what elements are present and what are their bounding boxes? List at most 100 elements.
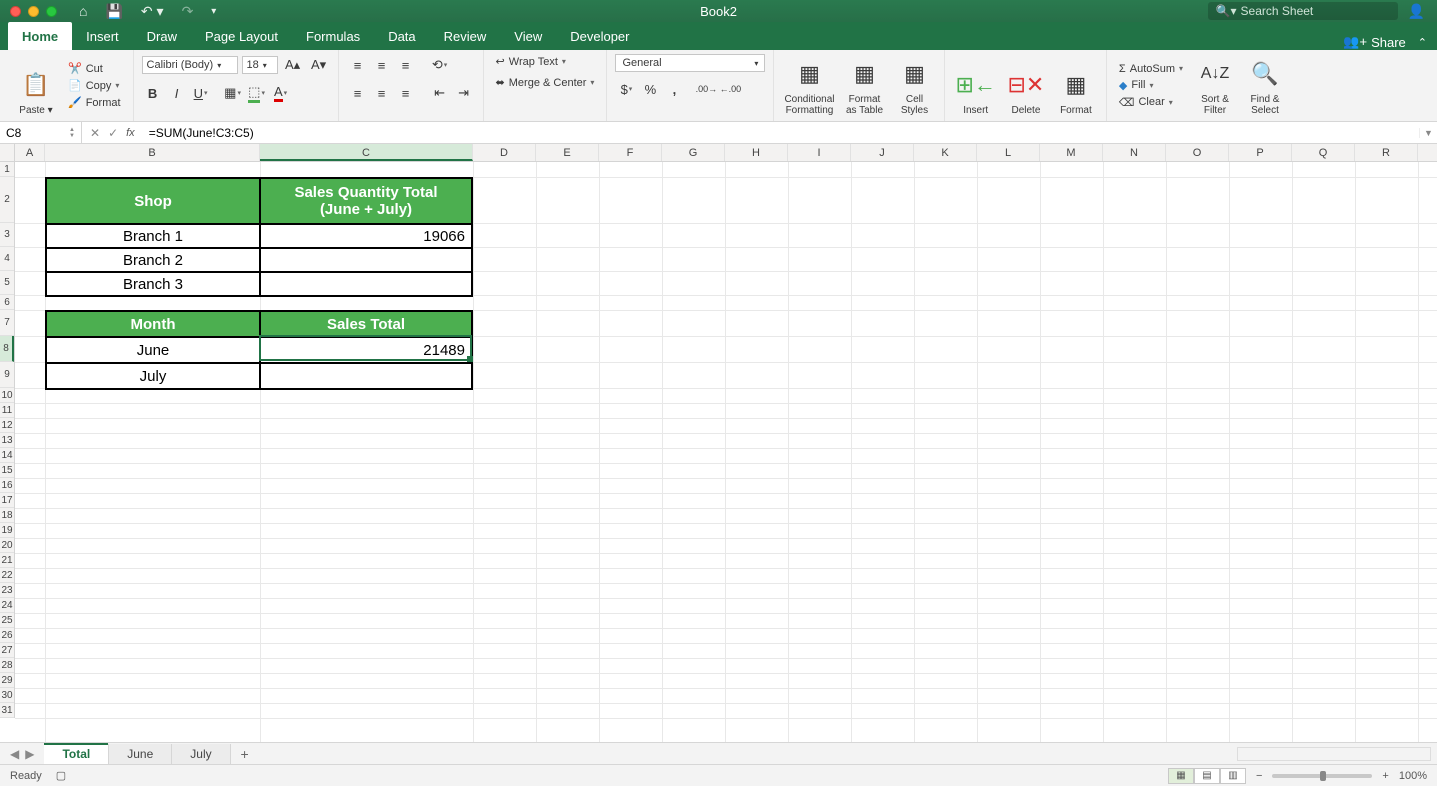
page-break-view-button[interactable]: ▥: [1220, 768, 1246, 784]
minimize-window-button[interactable]: [28, 6, 39, 17]
horizontal-scrollbar[interactable]: [1237, 747, 1431, 761]
clear-button[interactable]: ⌫Clear▾: [1115, 95, 1187, 110]
page-layout-view-button[interactable]: ▤: [1194, 768, 1220, 784]
table-cell[interactable]: [260, 363, 472, 389]
column-header-D[interactable]: D: [473, 144, 536, 161]
paste-button[interactable]: 📋 Paste ▾: [14, 54, 58, 118]
tab-view[interactable]: View: [500, 22, 556, 50]
undo-icon[interactable]: ↶ ▾: [141, 3, 164, 20]
row-header-2[interactable]: 2: [0, 177, 14, 223]
row-header-28[interactable]: 28: [0, 658, 14, 673]
column-header-P[interactable]: P: [1229, 144, 1292, 161]
align-middle-button[interactable]: ≡: [371, 54, 393, 76]
tab-data[interactable]: Data: [374, 22, 429, 50]
search-sheet-input[interactable]: 🔍▾ Search Sheet: [1208, 2, 1398, 20]
sheet-tab-june[interactable]: June: [109, 744, 172, 764]
save-icon[interactable]: 💾: [105, 3, 122, 20]
fx-icon[interactable]: fx: [126, 127, 135, 139]
row-header-11[interactable]: 11: [0, 403, 14, 418]
row-header-26[interactable]: 26: [0, 628, 14, 643]
font-name-select[interactable]: Calibri (Body)▾: [142, 56, 238, 74]
row-header-6[interactable]: 6: [0, 295, 14, 310]
increase-indent-button[interactable]: ⇥: [453, 82, 475, 104]
normal-view-button[interactable]: ▦: [1168, 768, 1194, 784]
font-size-select[interactable]: 18▾: [242, 56, 278, 74]
column-header-G[interactable]: G: [662, 144, 725, 161]
close-window-button[interactable]: [10, 6, 21, 17]
fill-button[interactable]: ◆Fill▾: [1115, 78, 1187, 93]
table-cell[interactable]: 21489: [260, 337, 472, 363]
row-header-30[interactable]: 30: [0, 688, 14, 703]
table-cell[interactable]: July: [46, 363, 260, 389]
row-header-27[interactable]: 27: [0, 643, 14, 658]
align-right-button[interactable]: ≡: [395, 82, 417, 104]
row-header-24[interactable]: 24: [0, 598, 14, 613]
column-header-Q[interactable]: Q: [1292, 144, 1355, 161]
column-header-B[interactable]: B: [45, 144, 260, 161]
row-header-9[interactable]: 9: [0, 362, 14, 388]
customize-qat-icon[interactable]: ▾: [211, 6, 216, 17]
autosum-button[interactable]: ΣAutoSum▾: [1115, 62, 1187, 76]
row-header-8[interactable]: 8: [0, 336, 14, 362]
maximize-window-button[interactable]: [46, 6, 57, 17]
decrease-indent-button[interactable]: ⇤: [429, 82, 451, 104]
column-header-A[interactable]: A: [15, 144, 45, 161]
increase-font-button[interactable]: A▴: [282, 54, 304, 76]
tab-formulas[interactable]: Formulas: [292, 22, 374, 50]
row-header-17[interactable]: 17: [0, 493, 14, 508]
table-cell[interactable]: Branch 3: [46, 272, 260, 296]
home-icon[interactable]: ⌂: [79, 3, 87, 19]
row-header-4[interactable]: 4: [0, 247, 14, 271]
fill-color-button[interactable]: ⬚▾: [246, 82, 268, 104]
table-cell[interactable]: [260, 272, 472, 296]
row-header-13[interactable]: 13: [0, 433, 14, 448]
tab-home[interactable]: Home: [8, 22, 72, 50]
column-header-R[interactable]: R: [1355, 144, 1418, 161]
formula-input[interactable]: =SUM(June!C3:C5): [143, 126, 1419, 140]
format-cells-button[interactable]: ▦Format: [1054, 54, 1098, 118]
column-header-K[interactable]: K: [914, 144, 977, 161]
select-all-button[interactable]: [0, 144, 15, 162]
zoom-in-button[interactable]: +: [1382, 770, 1388, 782]
zoom-out-button[interactable]: −: [1256, 770, 1262, 782]
delete-cells-button[interactable]: ⊟✕Delete: [1004, 54, 1048, 118]
row-header-23[interactable]: 23: [0, 583, 14, 598]
column-header-N[interactable]: N: [1103, 144, 1166, 161]
tab-developer[interactable]: Developer: [556, 22, 643, 50]
align-top-button[interactable]: ≡: [347, 54, 369, 76]
sales-total-header[interactable]: Sales Total: [260, 311, 472, 337]
redo-icon[interactable]: ↷: [182, 3, 194, 20]
row-header-22[interactable]: 22: [0, 568, 14, 583]
row-header-1[interactable]: 1: [0, 162, 14, 177]
sort-filter-button[interactable]: A↓ZSort & Filter: [1193, 54, 1237, 118]
row-header-29[interactable]: 29: [0, 673, 14, 688]
table-cell[interactable]: [260, 248, 472, 272]
comma-button[interactable]: ,: [663, 78, 685, 100]
italic-button[interactable]: I: [166, 82, 188, 104]
column-header-O[interactable]: O: [1166, 144, 1229, 161]
next-sheet-button[interactable]: ▶: [25, 747, 34, 761]
share-button[interactable]: 👥+ Share: [1343, 34, 1405, 50]
align-left-button[interactable]: ≡: [347, 82, 369, 104]
underline-button[interactable]: U▾: [190, 82, 212, 104]
month-header[interactable]: Month: [46, 311, 260, 337]
prev-sheet-button[interactable]: ◀: [10, 747, 19, 761]
decrease-decimal-button[interactable]: ←.00: [719, 78, 741, 100]
bold-button[interactable]: B: [142, 82, 164, 104]
row-header-15[interactable]: 15: [0, 463, 14, 478]
column-header-H[interactable]: H: [725, 144, 788, 161]
format-painter-button[interactable]: 🖌️Format: [64, 95, 125, 110]
borders-button[interactable]: ▦▾: [222, 82, 244, 104]
row-header-3[interactable]: 3: [0, 223, 14, 247]
name-box[interactable]: C8 ▲▼: [0, 122, 82, 143]
sales-qty-header[interactable]: Sales Quantity Total (June + July): [260, 178, 472, 224]
table-cell[interactable]: 19066: [260, 224, 472, 248]
conditional-formatting-button[interactable]: ▦Conditional Formatting: [782, 54, 836, 118]
align-center-button[interactable]: ≡: [371, 82, 393, 104]
percent-button[interactable]: %: [639, 78, 661, 100]
wrap-text-button[interactable]: ↩Wrap Text▾: [492, 54, 570, 69]
currency-button[interactable]: $▾: [615, 78, 637, 100]
decrease-font-button[interactable]: A▾: [308, 54, 330, 76]
table-cell[interactable]: June: [46, 337, 260, 363]
table-cell[interactable]: Branch 1: [46, 224, 260, 248]
